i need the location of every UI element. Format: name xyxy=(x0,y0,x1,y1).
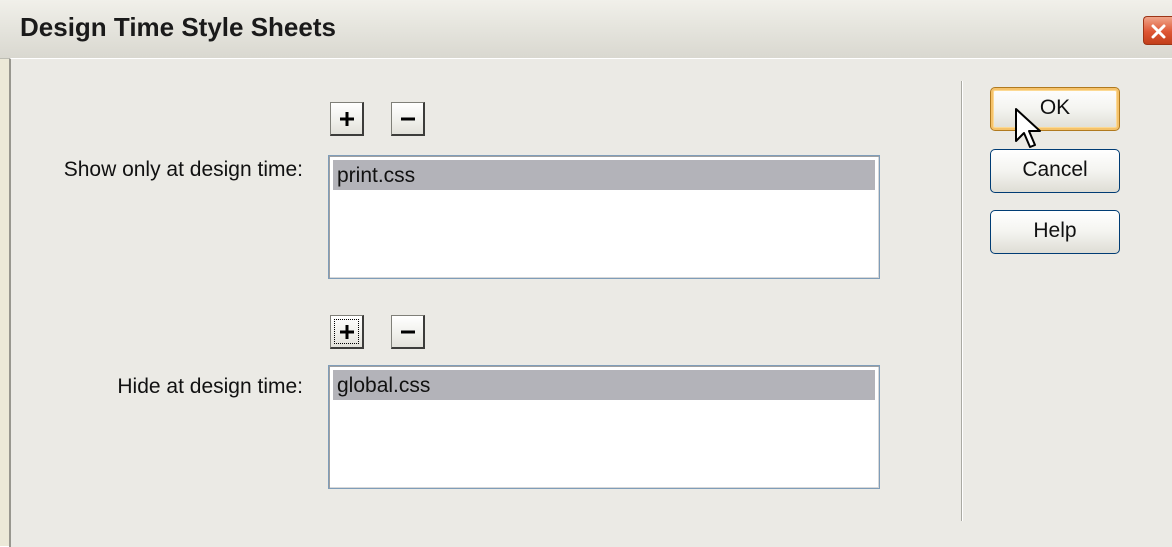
add-show-stylesheet-button[interactable] xyxy=(330,102,364,136)
cancel-button[interactable]: Cancel xyxy=(990,149,1120,193)
plus-icon xyxy=(340,325,354,339)
dialog-window: Design Time Style Sheets Show only at de… xyxy=(0,0,1172,547)
remove-hide-stylesheet-button[interactable] xyxy=(391,315,425,349)
show-at-design-time-label: Show only at design time: xyxy=(63,158,303,181)
hide-stylesheets-list[interactable]: global.css xyxy=(328,365,880,489)
show-stylesheets-list[interactable]: print.css xyxy=(328,155,880,279)
list-item[interactable]: print.css xyxy=(333,160,875,190)
mouse-pointer-icon xyxy=(1015,108,1041,148)
plus-icon xyxy=(340,112,354,126)
ok-button[interactable]: OK xyxy=(990,87,1120,131)
dialog-content: Show only at design time: print.css Hide… xyxy=(9,58,1172,547)
minus-icon xyxy=(401,117,415,121)
minus-icon xyxy=(401,330,415,334)
remove-show-stylesheet-button[interactable] xyxy=(391,102,425,136)
vertical-divider xyxy=(961,81,963,521)
dialog-title: Design Time Style Sheets xyxy=(20,12,336,42)
help-button[interactable]: Help xyxy=(990,210,1120,254)
close-button[interactable] xyxy=(1143,16,1172,45)
add-hide-stylesheet-button[interactable] xyxy=(330,315,364,349)
hide-at-design-time-label: Hide at design time: xyxy=(117,375,303,398)
close-icon xyxy=(1151,24,1166,39)
list-item[interactable]: global.css xyxy=(333,370,875,400)
title-bar[interactable]: Design Time Style Sheets xyxy=(0,0,1172,59)
